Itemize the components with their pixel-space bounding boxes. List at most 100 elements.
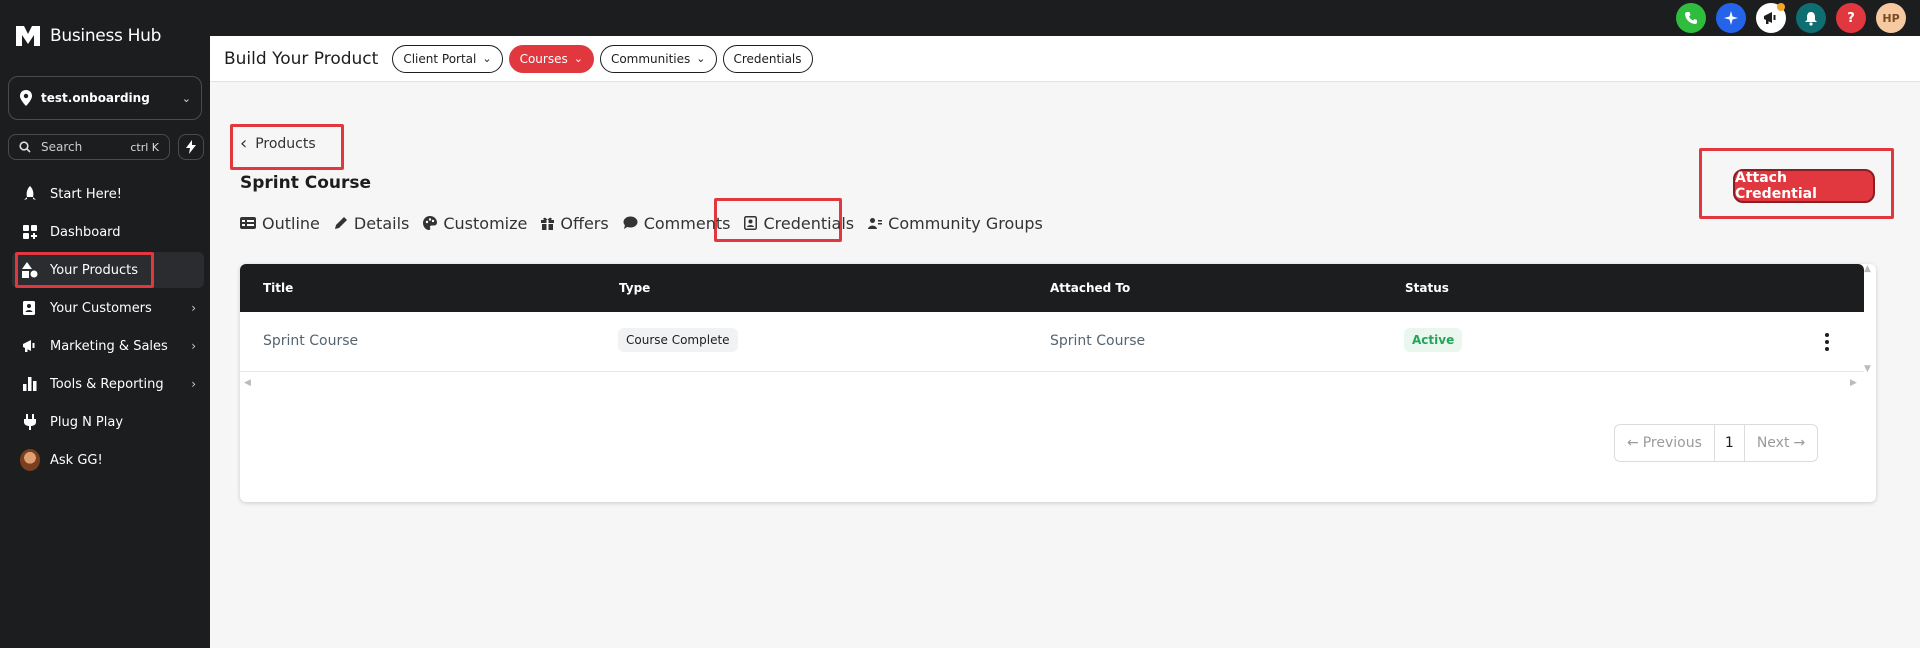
sidebar-item-label: Start Here! [50, 186, 122, 202]
pagination: ← Previous 1 Next → [1614, 424, 1819, 462]
courses-dropdown[interactable]: Courses ⌄ [508, 44, 594, 73]
tab-label: Community Groups [888, 213, 1043, 233]
announcements-button[interactable] [1756, 3, 1786, 33]
brand[interactable]: Business Hub [14, 22, 161, 50]
certificate-icon [744, 216, 758, 230]
ai-assistant-button[interactable] [1716, 3, 1746, 33]
account-name: test.onboarding [41, 91, 150, 105]
user-avatar-button[interactable]: HP [1876, 3, 1906, 33]
page-title: Sprint Course [240, 173, 372, 193]
tab-label: Offers [560, 213, 609, 233]
sidebar-item-dashboard[interactable]: Dashboard [12, 214, 204, 250]
tab-label: Comments [643, 213, 731, 233]
tab-details[interactable]: Details [334, 212, 409, 234]
tab-comments[interactable]: Comments [623, 212, 731, 234]
chevron-down-icon: ⌄ [696, 52, 706, 65]
arrow-right-icon: → [1793, 435, 1806, 451]
sidebar-item-label: Plug N Play [50, 414, 124, 430]
phone-button[interactable] [1676, 3, 1706, 33]
chevron-down-icon: ⌄ [573, 52, 583, 65]
avatar-initials: HP [1882, 11, 1900, 25]
megaphone-icon [1764, 12, 1776, 24]
sidebar-item-plug-n-play[interactable]: Plug N Play [12, 404, 204, 440]
arrow-left-icon: ← [1627, 435, 1639, 451]
next-page-button[interactable]: Next → [1745, 425, 1817, 461]
cell-title: Sprint Course [263, 333, 359, 349]
quick-actions-button[interactable] [178, 134, 204, 160]
scroll-down-arrow-icon[interactable]: ▼ [1864, 364, 1871, 374]
pill-label: Client Portal [403, 51, 477, 66]
sidebar-item-tools-reporting[interactable]: Tools & Reporting › [12, 366, 204, 402]
chevron-right-icon: › [191, 339, 196, 353]
row-actions-menu-icon[interactable] [1820, 330, 1834, 354]
previous-page-button[interactable]: ← Previous [1615, 425, 1714, 461]
chevron-right-icon: › [191, 301, 196, 315]
account-switcher[interactable]: test.onboarding ⌄ [8, 76, 202, 120]
sidebar-item-start-here[interactable]: Start Here! [12, 176, 204, 212]
tab-customize[interactable]: Customize [423, 212, 527, 234]
notifications-button[interactable] [1796, 3, 1826, 33]
page-section-title: Build Your Product [224, 48, 379, 69]
top-bar: ? HP [210, 0, 1920, 36]
chevron-down-icon: ⌄ [482, 52, 492, 65]
column-header-status[interactable]: Status [1405, 281, 1449, 295]
pencil-icon [334, 217, 347, 229]
pill-label: Credentials [733, 51, 802, 66]
question-icon: ? [1847, 10, 1855, 26]
chevron-left-icon: ‹ [240, 133, 248, 154]
column-header-title[interactable]: Title [263, 281, 293, 295]
tab-community-groups[interactable]: Community Groups [868, 212, 1043, 234]
sidebar-item-label: Ask GG! [50, 452, 103, 468]
scroll-up-arrow-icon[interactable]: ▲ [1864, 264, 1871, 274]
tab-label: Credentials [763, 213, 855, 233]
chevron-right-icon: › [191, 377, 196, 391]
column-header-attached-to[interactable]: Attached To [1050, 281, 1130, 295]
table-header: Title Type Attached To Status [240, 264, 1864, 312]
bar-chart-icon [20, 377, 40, 391]
tab-outline[interactable]: Outline [240, 212, 320, 234]
pill-label: Courses [519, 51, 568, 66]
sidebar-item-your-customers[interactable]: Your Customers › [12, 290, 204, 326]
outline-icon [240, 217, 256, 229]
type-badge: Course Complete [618, 328, 738, 352]
gift-icon [541, 217, 555, 230]
tab-credentials[interactable]: Credentials [744, 212, 854, 234]
palette-icon [423, 216, 438, 230]
tab-label: Outline [262, 213, 320, 233]
group-icon [868, 217, 883, 229]
location-pin-icon [20, 90, 32, 106]
sparkle-icon [1724, 11, 1738, 25]
communities-dropdown[interactable]: Communities ⌄ [599, 44, 717, 73]
sidebar-item-label: Tools & Reporting [50, 376, 164, 392]
plug-icon [20, 414, 40, 430]
sidebar: Business Hub test.onboarding ⌄ Search ct… [0, 0, 210, 648]
contact-card-icon [20, 301, 40, 315]
search-icon [19, 141, 31, 153]
cell-attached-to: Sprint Course [1050, 333, 1146, 349]
credentials-pill[interactable]: Credentials [722, 44, 813, 73]
search-button[interactable]: Search ctrl K [8, 134, 170, 160]
sidebar-item-ask-gg[interactable]: Ask GG! [12, 442, 204, 478]
scroll-right-arrow-icon[interactable]: ▶ [1850, 378, 1857, 388]
rocket-icon [20, 186, 40, 202]
column-header-type[interactable]: Type [619, 281, 650, 295]
sidebar-item-marketing-sales[interactable]: Marketing & Sales › [12, 328, 204, 364]
sidebar-item-label: Marketing & Sales [50, 338, 168, 354]
attach-credential-button[interactable]: Attach Credential [1733, 169, 1875, 203]
sidebar-item-label: Dashboard [50, 224, 121, 240]
tab-offers[interactable]: Offers [541, 212, 609, 234]
client-portal-dropdown[interactable]: Client Portal ⌄ [392, 44, 503, 73]
table-row[interactable]: Sprint Course Course Complete Sprint Cou… [240, 312, 1864, 372]
search-label: Search [41, 140, 83, 154]
lightning-icon [186, 140, 196, 154]
product-tabs: Outline Details Customize Offers Comment… [240, 212, 1043, 234]
avatar-icon [20, 449, 40, 471]
shapes-icon [20, 262, 40, 278]
back-to-products-link[interactable]: ‹ Products [240, 133, 316, 154]
help-button[interactable]: ? [1836, 3, 1866, 33]
scroll-left-arrow-icon[interactable]: ◀ [244, 378, 251, 388]
tab-label: Customize [443, 213, 528, 233]
sidebar-item-your-products[interactable]: Your Products [12, 252, 204, 288]
pill-label: Communities [610, 51, 691, 66]
page-number-button[interactable]: 1 [1713, 425, 1745, 461]
